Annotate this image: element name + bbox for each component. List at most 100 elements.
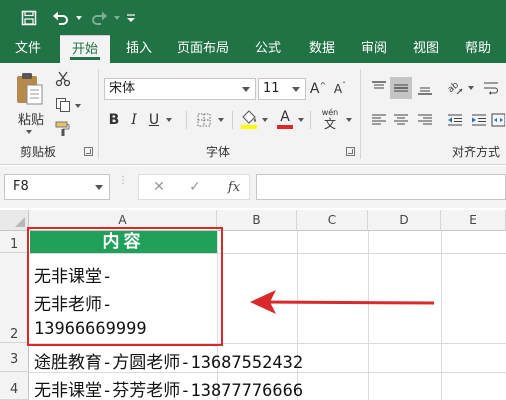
tab-view[interactable]: 视图 <box>404 35 448 63</box>
copy-icon[interactable] <box>52 95 74 115</box>
clipboard-launcher-icon[interactable] <box>84 147 93 156</box>
orientation-icon[interactable]: ab <box>444 77 466 99</box>
font-color-swatch <box>277 125 293 129</box>
redo-dropdown-icon[interactable] <box>111 0 123 35</box>
tab-file[interactable]: 文件 <box>6 35 50 63</box>
tab-formulas[interactable]: 公式 <box>246 35 290 63</box>
row-header-4-label: 4 <box>10 382 19 397</box>
row-header-1-label: 1 <box>10 237 19 252</box>
font-group-label: 字体 <box>206 145 231 159</box>
phonetic-guide-button[interactable]: wén 文 <box>316 105 344 133</box>
phonetic-guide-label: wén <box>321 107 339 117</box>
merge-center-icon[interactable] <box>490 109 506 131</box>
font-name-select[interactable]: 宋体 <box>104 78 256 100</box>
select-all-corner[interactable] <box>0 210 29 231</box>
copy-dropdown-icon[interactable] <box>74 101 82 111</box>
underline-dropdown-icon[interactable] <box>164 115 174 125</box>
underline-button[interactable]: U <box>146 109 162 131</box>
tab-insert[interactable]: 插入 <box>116 35 162 63</box>
font-color-dropdown-icon[interactable] <box>296 115 306 125</box>
ribbon: 粘贴 剪贴板 宋体 11 A ^ Aˇ B I U A wén 文 字体 ab … <box>0 63 506 165</box>
tab-home[interactable]: 开始 <box>60 35 110 63</box>
customize-dropdown-icon[interactable] <box>123 0 139 35</box>
cell-a4[interactable]: 无非课堂-芬芳老师-13877776666 <box>34 376 303 400</box>
decrease-font-size-button[interactable]: Aˇ <box>330 78 350 100</box>
italic-button[interactable]: I <box>126 109 142 131</box>
format-painter-icon[interactable] <box>52 119 74 139</box>
font-name-value: 宋体 <box>109 81 136 96</box>
font-launcher-icon[interactable] <box>346 147 355 156</box>
row-header-1[interactable]: 1 <box>0 231 29 253</box>
align-center-icon[interactable] <box>390 109 412 131</box>
name-box-dropdown-icon[interactable] <box>92 180 106 194</box>
tab-help[interactable]: 帮助 <box>456 35 500 63</box>
increase-font-size-label: A <box>309 81 320 97</box>
align-right-icon[interactable] <box>414 109 436 131</box>
align-left-icon[interactable] <box>368 109 390 131</box>
font-size-value: 11 <box>263 81 280 96</box>
fill-color-icon[interactable] <box>238 107 260 131</box>
increase-indent-icon[interactable] <box>468 109 490 131</box>
cancel-icon[interactable]: ✕ <box>148 176 170 198</box>
chevron-down-icon <box>289 79 303 99</box>
tab-data[interactable]: 数据 <box>300 35 344 63</box>
paste-button[interactable]: 粘贴 <box>14 109 48 128</box>
clipboard-group-label: 剪贴板 <box>20 145 57 159</box>
arrow-shaft <box>263 300 435 305</box>
paste-icon[interactable] <box>12 69 46 109</box>
borders-icon[interactable] <box>194 109 214 131</box>
font-color-label: A <box>280 109 290 125</box>
tab-review[interactable]: 审阅 <box>352 35 396 63</box>
enter-icon[interactable]: ✓ <box>184 176 206 198</box>
formula-input[interactable] <box>256 174 506 200</box>
phonetic-dropdown-icon[interactable] <box>344 115 354 125</box>
orientation-dropdown-icon[interactable] <box>466 83 476 93</box>
undo-dropdown-icon[interactable] <box>73 0 85 35</box>
formula-bar: F8 ⋮ ✕ ✓ fx <box>0 166 506 208</box>
font-color-button[interactable]: A <box>274 107 296 131</box>
column-header-e[interactable]: E <box>441 210 506 231</box>
group-divider <box>360 69 361 159</box>
column-header-d[interactable]: D <box>368 210 441 231</box>
divider <box>186 111 187 129</box>
cell-a3[interactable]: 途胜教育-方圆老师-13687552432 <box>34 348 303 373</box>
cut-icon[interactable] <box>52 69 74 89</box>
column-header-b[interactable]: B <box>217 210 297 231</box>
svg-text:ab: ab <box>447 80 461 95</box>
gridline <box>441 231 442 400</box>
bottom-align-icon[interactable] <box>414 77 436 99</box>
row-headers: 1 2 3 4 <box>0 231 29 400</box>
annotation-arrow <box>250 290 435 314</box>
row-header-4[interactable]: 4 <box>0 372 29 400</box>
borders-dropdown-icon[interactable] <box>216 115 226 125</box>
fill-color-dropdown-icon[interactable] <box>260 115 270 125</box>
paste-dropdown-icon[interactable] <box>22 127 36 137</box>
alignment-group-label: 对齐方式 <box>452 145 501 159</box>
middle-align-icon[interactable] <box>390 77 412 99</box>
tab-page-layout[interactable]: 页面布局 <box>170 35 236 63</box>
divider <box>232 111 233 129</box>
insert-function-icon[interactable]: fx <box>222 176 246 198</box>
row-header-2[interactable]: 2 <box>0 253 29 343</box>
bold-button[interactable]: B <box>106 109 122 131</box>
save-icon[interactable] <box>18 0 40 35</box>
decrease-font-size-label: A <box>333 82 343 96</box>
undo-icon[interactable] <box>50 0 72 35</box>
redo-icon[interactable] <box>88 0 110 35</box>
row-header-2-label: 2 <box>10 327 19 342</box>
column-header-c[interactable]: C <box>297 210 368 231</box>
formula-bar-grip[interactable]: ⋮ <box>118 176 128 196</box>
chevron-down-icon <box>239 79 253 99</box>
ribbon-tabs: 文件 开始 插入 页面布局 公式 数据 审阅 视图 帮助 <box>0 35 506 63</box>
wrap-text-icon[interactable] <box>480 77 502 99</box>
font-size-select[interactable]: 11 <box>258 78 306 100</box>
row-header-3[interactable]: 3 <box>0 343 29 372</box>
decrease-indent-icon[interactable] <box>444 109 466 131</box>
top-align-icon[interactable] <box>368 77 390 99</box>
increase-font-size-button[interactable]: A ^ <box>308 78 328 100</box>
title-bar <box>0 0 506 35</box>
name-box-value: F8 <box>13 179 29 194</box>
row-header-3-label: 3 <box>10 352 19 367</box>
divider <box>310 111 311 129</box>
phonetic-guide-icon: 文 <box>323 116 336 131</box>
